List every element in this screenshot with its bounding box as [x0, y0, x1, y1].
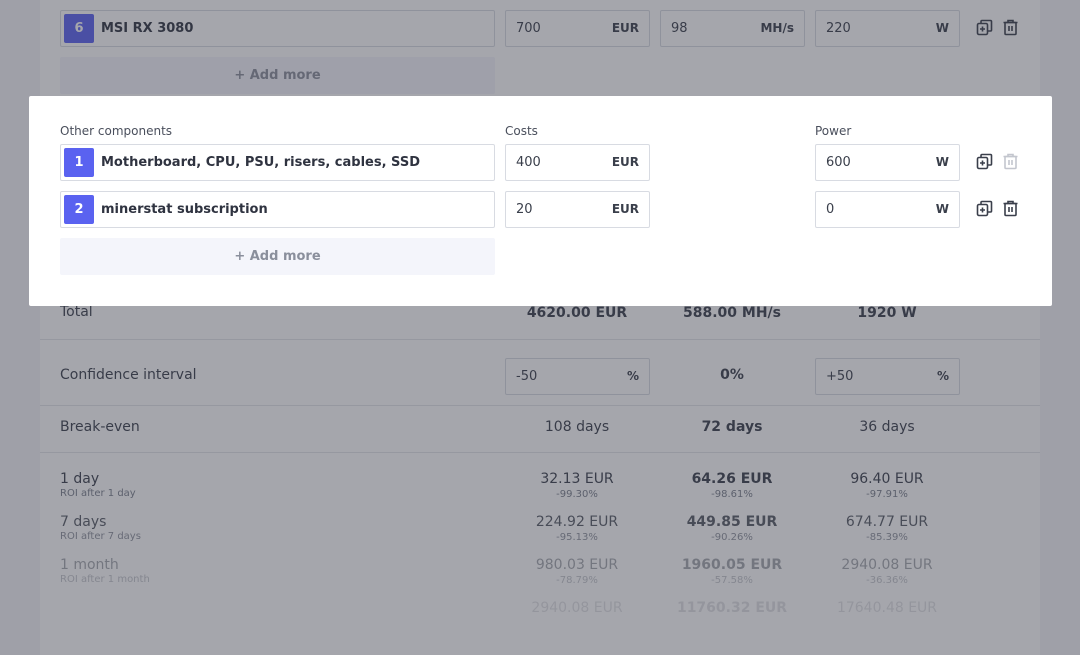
- duplicate-icon[interactable]: [976, 200, 993, 217]
- other-components-modal: Other components Costs Power 1 Motherboa…: [29, 96, 1052, 306]
- component-power-unit: W: [935, 155, 949, 169]
- period-mid: 64.26 EUR: [691, 471, 773, 487]
- total-power: 1920 W: [857, 305, 917, 321]
- duplicate-icon[interactable]: [976, 19, 993, 36]
- components-header: Other components: [60, 124, 173, 138]
- component-cost-value: 400: [516, 155, 541, 170]
- gpu-cost-field[interactable]: 700 EUR: [505, 10, 650, 47]
- gpu-cost-unit: EUR: [611, 21, 639, 35]
- component-power-value: 0: [826, 202, 835, 217]
- period-low-sub: -95.13%: [556, 532, 598, 543]
- period-mid-sub: -90.26%: [711, 532, 753, 543]
- gpu-number-badge: 6: [64, 14, 94, 43]
- gpu-name: MSI RX 3080: [101, 21, 194, 36]
- confidence-low-field[interactable]: -50 %: [505, 358, 650, 395]
- power-header: Power: [815, 124, 852, 138]
- period-mid: 11760.32 EUR: [676, 600, 788, 616]
- divider: [40, 452, 1040, 453]
- period-low-sub: -99.30%: [556, 489, 598, 500]
- confidence-low-value: -50: [516, 369, 538, 384]
- period-sub: ROI after 1 month: [60, 574, 150, 585]
- component-name: Motherboard, CPU, PSU, risers, cables, S…: [101, 155, 420, 170]
- component-name: minerstat subscription: [101, 202, 268, 217]
- component-cost-field[interactable]: 400 EUR: [505, 144, 650, 181]
- confidence-label: Confidence interval: [60, 367, 197, 383]
- period-sub: ROI after 1 day: [60, 488, 136, 499]
- component-power-field[interactable]: 600 W: [815, 144, 960, 181]
- period-high-sub: -36.36%: [866, 575, 908, 586]
- breakeven-mid: 72 days: [701, 419, 763, 435]
- gpu-power-field[interactable]: 220 W: [815, 10, 960, 47]
- gpu-name-field[interactable]: 6 MSI RX 3080: [60, 10, 495, 47]
- period-high: 96.40 EUR: [850, 471, 924, 487]
- gpu-power-value: 220: [826, 21, 851, 36]
- confidence-mid: 0%: [720, 367, 744, 383]
- gpu-hashrate-unit: MH/s: [760, 21, 794, 35]
- period-low: 2940.08 EUR: [531, 600, 623, 616]
- period-sub: ROI after 7 days: [60, 531, 141, 542]
- duplicate-icon[interactable]: [976, 153, 993, 170]
- trash-icon[interactable]: [1002, 200, 1019, 217]
- component-cost-value: 20: [516, 202, 533, 217]
- total-label: Total: [60, 304, 93, 320]
- confidence-low-unit: %: [626, 369, 639, 383]
- gpu-add-more-button[interactable]: + Add more: [60, 57, 495, 94]
- component-cost-unit: EUR: [611, 155, 639, 169]
- period-low: 32.13 EUR: [540, 471, 614, 487]
- breakeven-label: Break-even: [60, 419, 140, 435]
- component-power-value: 600: [826, 155, 851, 170]
- period-low-sub: -78.79%: [556, 575, 598, 586]
- breakeven-high: 36 days: [859, 419, 915, 435]
- total-hashrate: 588.00 MH/s: [683, 305, 781, 321]
- period-high: 674.77 EUR: [845, 514, 929, 530]
- divider: [40, 339, 1040, 340]
- gpu-hashrate-field[interactable]: 98 MH/s: [660, 10, 805, 47]
- breakeven-low: 108 days: [544, 419, 610, 435]
- period-mid: 449.85 EUR: [686, 514, 778, 530]
- total-cost: 4620.00 EUR: [526, 305, 628, 321]
- period-label: 7 days: [60, 514, 107, 530]
- component-power-field[interactable]: 0 W: [815, 191, 960, 228]
- trash-icon[interactable]: [1002, 19, 1019, 36]
- confidence-high-value: +50: [826, 369, 854, 384]
- period-mid-sub: -98.61%: [711, 489, 753, 500]
- component-cost-unit: EUR: [611, 202, 639, 216]
- gpu-hashrate-value: 98: [671, 21, 688, 36]
- period-high-sub: -97.91%: [866, 489, 908, 500]
- component-number-badge: 2: [64, 195, 94, 224]
- gpu-cost-value: 700: [516, 21, 541, 36]
- period-low: 224.92 EUR: [535, 514, 619, 530]
- period-high-sub: -85.39%: [866, 532, 908, 543]
- period-low: 980.03 EUR: [535, 557, 619, 573]
- component-power-unit: W: [935, 202, 949, 216]
- component-name-field[interactable]: 1 Motherboard, CPU, PSU, risers, cables,…: [60, 144, 495, 181]
- period-label: 1 day: [60, 471, 100, 487]
- period-mid: 1960.05 EUR: [681, 557, 783, 573]
- period-label: 1 month: [60, 557, 119, 573]
- confidence-high-unit: %: [936, 369, 949, 383]
- costs-header: Costs: [505, 124, 538, 138]
- component-cost-field[interactable]: 20 EUR: [505, 191, 650, 228]
- period-high: 17640.48 EUR: [836, 600, 938, 616]
- component-name-field[interactable]: 2 minerstat subscription: [60, 191, 495, 228]
- gpu-power-unit: W: [935, 21, 949, 35]
- confidence-high-field[interactable]: +50 %: [815, 358, 960, 395]
- trash-icon: [1003, 153, 1018, 170]
- period-high: 2940.08 EUR: [841, 557, 933, 573]
- divider: [40, 405, 1040, 406]
- component-number-badge: 1: [64, 148, 94, 177]
- component-add-more-button[interactable]: + Add more: [60, 238, 495, 275]
- period-mid-sub: -57.58%: [711, 575, 753, 586]
